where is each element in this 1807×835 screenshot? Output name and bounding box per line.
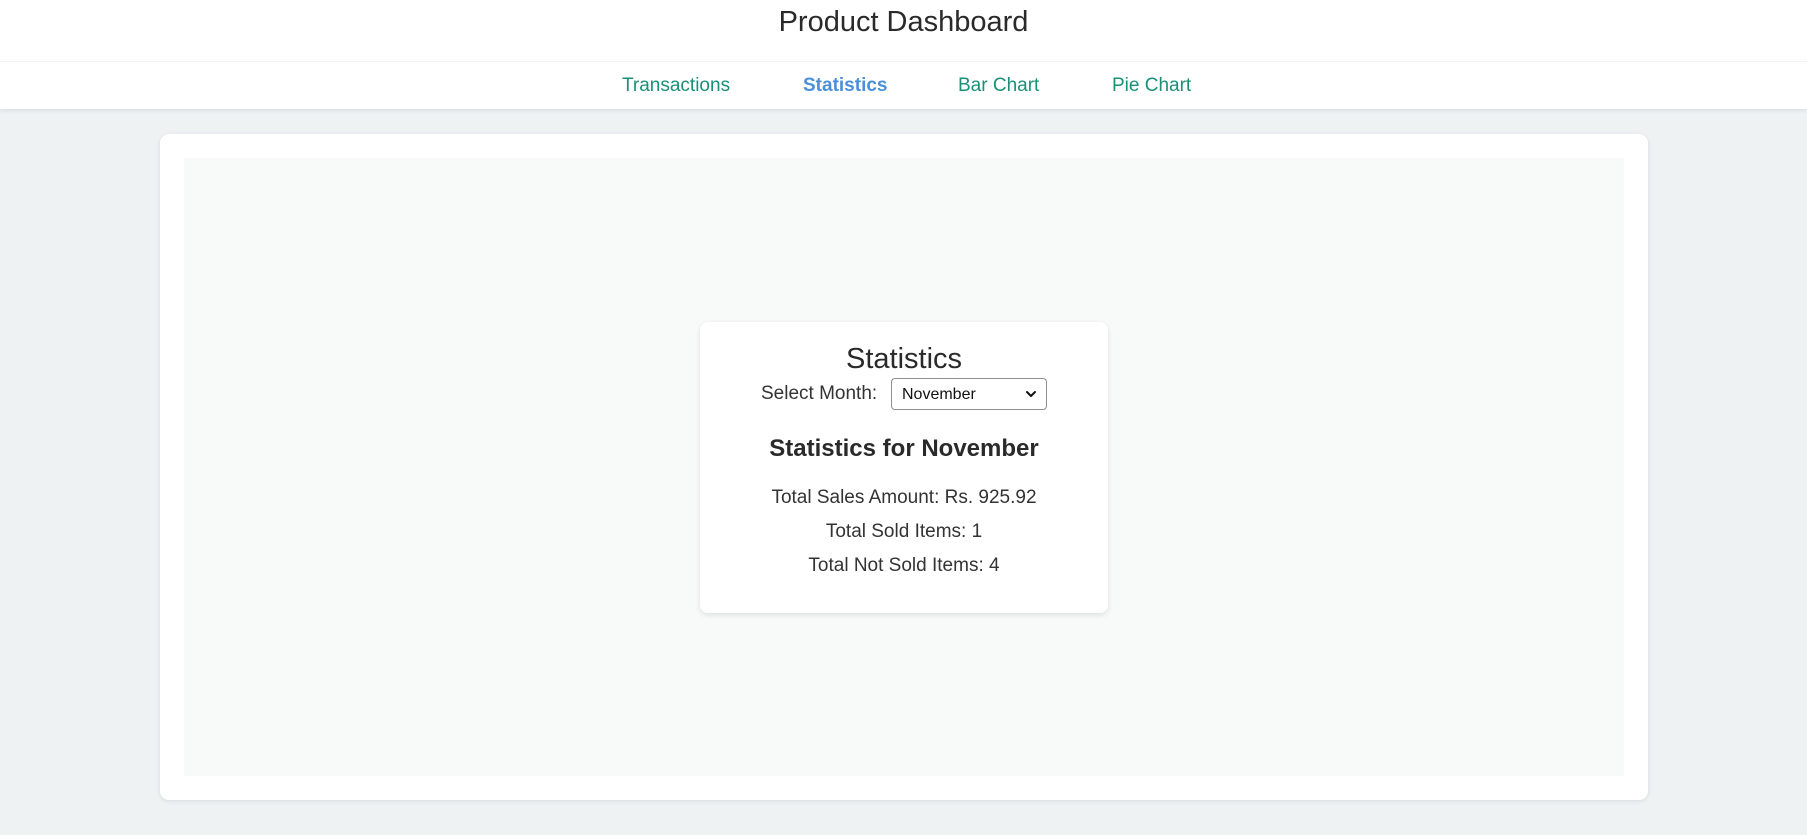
total-sold-items: Total Sold Items: 1 bbox=[825, 521, 983, 542]
statistics-subheading: Statistics for November bbox=[769, 435, 1039, 462]
header: Product Dashboard Transactions Statistic… bbox=[0, 0, 1807, 109]
statistics-card: Statistics Select Month: November Statis… bbox=[700, 322, 1108, 613]
select-month-label: Select Month: bbox=[761, 383, 878, 404]
total-sales-amount: Total Sales Amount: Rs. 925.92 bbox=[771, 487, 1037, 508]
total-not-sold-items: Total Not Sold Items: 4 bbox=[808, 555, 1000, 576]
nav-link-transactions[interactable]: Transactions bbox=[622, 73, 730, 99]
statistics-heading: Statistics bbox=[845, 343, 963, 375]
month-select[interactable]: November bbox=[891, 378, 1047, 410]
nav-link-bar-chart[interactable]: Bar Chart bbox=[958, 73, 1039, 99]
nav-link-pie-chart[interactable]: Pie Chart bbox=[1112, 73, 1191, 99]
month-selector-row: Select Month: November bbox=[700, 378, 1108, 410]
main-nav: Transactions Statistics Bar Chart Pie Ch… bbox=[0, 73, 1807, 99]
month-select-value: November bbox=[902, 386, 976, 403]
page-title: Product Dashboard bbox=[778, 6, 1029, 38]
header-divider bbox=[0, 61, 1807, 62]
nav-link-statistics[interactable]: Statistics bbox=[803, 73, 887, 99]
chevron-down-icon bbox=[1026, 391, 1036, 397]
